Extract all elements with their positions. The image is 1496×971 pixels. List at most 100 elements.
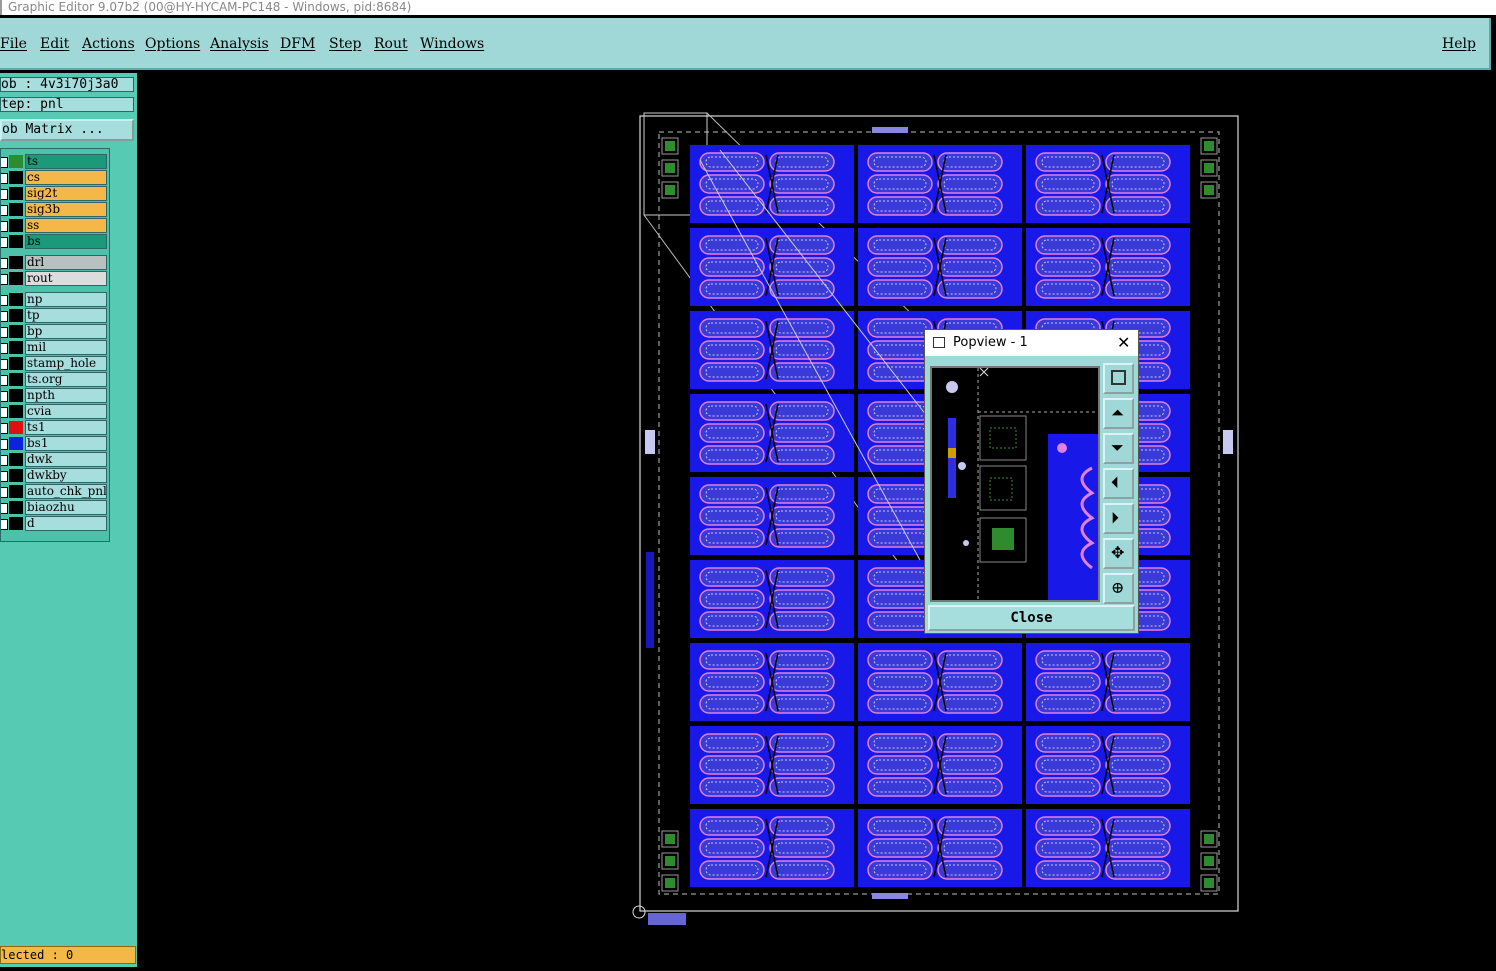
pan-left-button[interactable]: ⏴	[1103, 468, 1134, 499]
layer-row[interactable]: cvia	[1, 404, 109, 419]
layer-name[interactable]: auto_chk_pnl	[25, 484, 107, 499]
layer-row[interactable]: dwk	[1, 452, 109, 467]
layer-color-swatch[interactable]	[9, 341, 23, 354]
zoom-in-button[interactable]: ✥	[1103, 538, 1134, 569]
layer-color-swatch[interactable]	[9, 357, 23, 370]
layer-row[interactable]: mil	[1, 340, 109, 355]
layer-color-swatch[interactable]	[9, 389, 23, 402]
layer-checkbox[interactable]	[1, 295, 8, 306]
layer-checkbox[interactable]	[1, 407, 8, 418]
layer-checkbox[interactable]	[1, 455, 8, 466]
pan-up-button[interactable]: ⏶	[1103, 398, 1134, 429]
layer-checkbox[interactable]	[1, 503, 8, 514]
layer-row[interactable]: sig2t	[1, 186, 109, 201]
zoom-fit-button[interactable]: ⊕	[1103, 573, 1134, 604]
layer-row[interactable]: auto_chk_pnl	[1, 484, 109, 499]
layer-row[interactable]: sig3b	[1, 202, 109, 217]
popview-titlebar[interactable]: Popview - 1 ✕	[925, 330, 1138, 356]
layer-color-swatch[interactable]	[9, 373, 23, 386]
layer-color-swatch[interactable]	[9, 517, 23, 530]
layer-name[interactable]: bs	[25, 234, 107, 249]
layer-color-swatch[interactable]	[9, 203, 23, 216]
layer-checkbox[interactable]	[1, 375, 8, 386]
layer-name[interactable]: dwk	[25, 452, 107, 467]
layer-row[interactable]: ss	[1, 218, 109, 233]
layer-name[interactable]: rout	[25, 271, 107, 286]
layer-color-swatch[interactable]	[9, 485, 23, 498]
popview-canvas[interactable]	[930, 366, 1100, 602]
layer-checkbox[interactable]	[1, 423, 8, 434]
layer-name[interactable]: d	[25, 516, 107, 531]
layer-name[interactable]: ts	[25, 154, 107, 169]
layer-name[interactable]: bp	[25, 324, 107, 339]
layer-row[interactable]: tp	[1, 308, 109, 323]
layer-name[interactable]: sig2t	[25, 186, 107, 201]
layer-color-swatch[interactable]	[9, 309, 23, 322]
layer-color-swatch[interactable]	[9, 155, 23, 168]
layer-checkbox[interactable]	[1, 205, 8, 216]
layer-row[interactable]: ts1	[1, 420, 109, 435]
pan-down-button[interactable]: ⏷	[1103, 433, 1134, 464]
layer-color-swatch[interactable]	[9, 293, 23, 306]
layer-checkbox[interactable]	[1, 258, 8, 269]
layer-name[interactable]: tp	[25, 308, 107, 323]
layer-row[interactable]: ts	[1, 154, 109, 169]
graphic-canvas[interactable]	[137, 73, 1496, 967]
layer-name[interactable]: biaozhu	[25, 500, 107, 515]
layer-color-swatch[interactable]	[9, 256, 23, 269]
layer-name[interactable]: drl	[25, 255, 107, 270]
layer-color-swatch[interactable]	[9, 405, 23, 418]
layer-checkbox[interactable]	[1, 391, 8, 402]
menu-edit[interactable]: Edit	[40, 36, 69, 52]
job-matrix-button[interactable]: ob Matrix ...	[0, 119, 134, 141]
pan-right-button[interactable]: ⏵	[1103, 503, 1134, 534]
layer-color-swatch[interactable]	[9, 235, 23, 248]
layer-name[interactable]: ts1	[25, 420, 107, 435]
layer-checkbox[interactable]	[1, 221, 8, 232]
layer-color-swatch[interactable]	[9, 421, 23, 434]
layer-checkbox[interactable]	[1, 237, 8, 248]
close-icon[interactable]: ✕	[1117, 330, 1130, 356]
layer-row[interactable]: ts.org	[1, 372, 109, 387]
layer-row[interactable]: np	[1, 292, 109, 307]
layer-checkbox[interactable]	[1, 189, 8, 200]
layer-name[interactable]: mil	[25, 340, 107, 355]
menu-step[interactable]: Step	[329, 36, 361, 52]
menu-analysis[interactable]: Analysis	[210, 36, 269, 52]
menu-rout[interactable]: Rout	[374, 36, 408, 52]
layer-name[interactable]: cvia	[25, 404, 107, 419]
layer-name[interactable]: ss	[25, 218, 107, 233]
layer-checkbox[interactable]	[1, 519, 8, 530]
layer-name[interactable]: sig3b	[25, 202, 107, 217]
menu-help[interactable]: Help	[1442, 36, 1476, 52]
layer-name[interactable]: stamp_hole	[25, 356, 107, 371]
layer-row[interactable]: biaozhu	[1, 500, 109, 515]
layer-checkbox[interactable]	[1, 359, 8, 370]
layer-color-swatch[interactable]	[9, 453, 23, 466]
layer-color-swatch[interactable]	[9, 272, 23, 285]
layer-color-swatch[interactable]	[9, 219, 23, 232]
menu-options[interactable]: Options	[145, 36, 200, 52]
layer-color-swatch[interactable]	[9, 469, 23, 482]
menu-dfm[interactable]: DFM	[280, 36, 315, 52]
zoom-window-button[interactable]	[1103, 363, 1134, 394]
layer-checkbox[interactable]	[1, 311, 8, 322]
layer-color-swatch[interactable]	[9, 171, 23, 184]
layer-name[interactable]: np	[25, 292, 107, 307]
layer-color-swatch[interactable]	[9, 325, 23, 338]
layer-checkbox[interactable]	[1, 274, 8, 285]
layer-checkbox[interactable]	[1, 157, 8, 168]
layer-checkbox[interactable]	[1, 173, 8, 184]
layer-color-swatch[interactable]	[9, 501, 23, 514]
layer-name[interactable]: cs	[25, 170, 107, 185]
layer-row[interactable]: bs1	[1, 436, 109, 451]
popview-close-button[interactable]: Close	[928, 605, 1135, 631]
layer-color-swatch[interactable]	[9, 437, 23, 450]
layer-checkbox[interactable]	[1, 471, 8, 482]
layer-row[interactable]: stamp_hole	[1, 356, 109, 371]
layer-row[interactable]: npth	[1, 388, 109, 403]
layer-row[interactable]: drl	[1, 255, 109, 270]
menu-actions[interactable]: Actions	[82, 36, 135, 52]
menu-windows[interactable]: Windows	[420, 36, 484, 52]
layer-row[interactable]: bp	[1, 324, 109, 339]
